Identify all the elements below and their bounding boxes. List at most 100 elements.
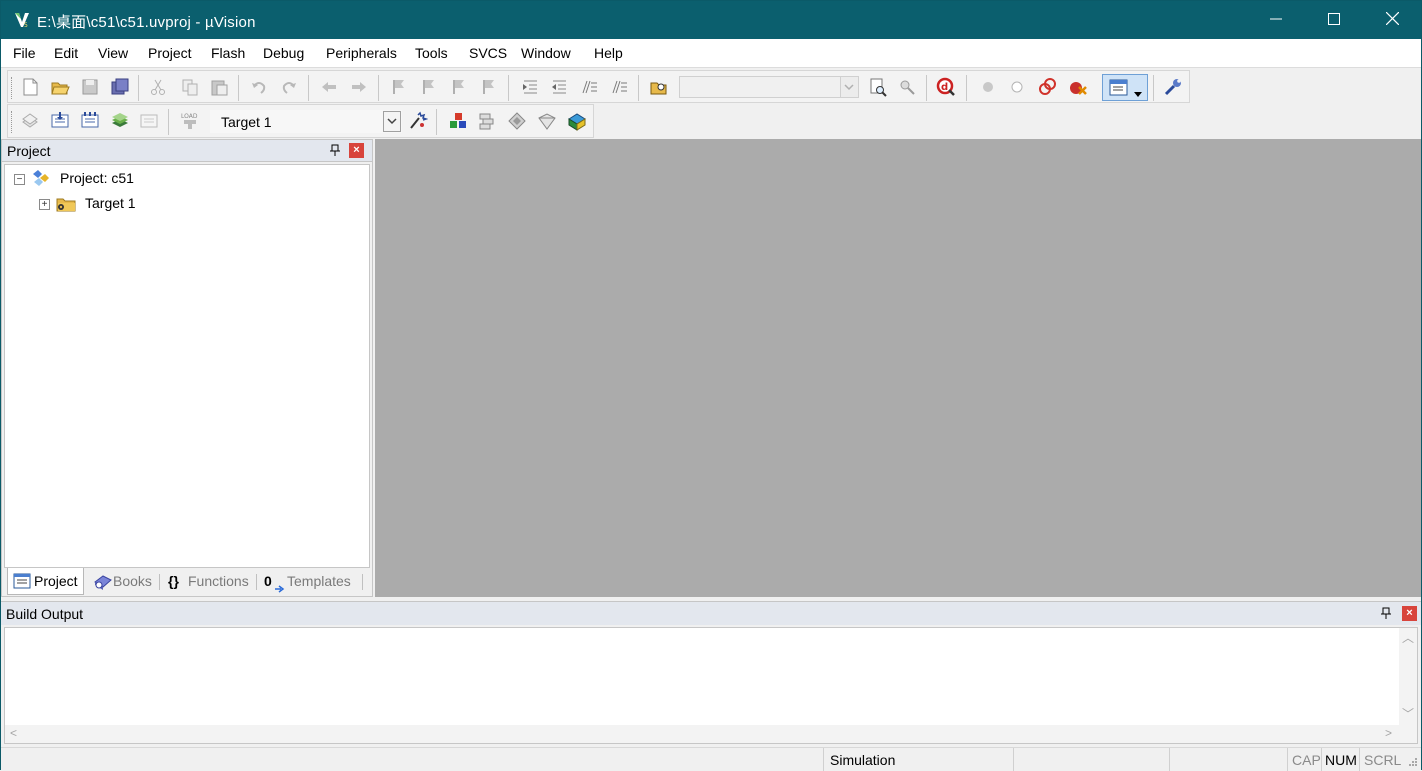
status-cap-text: CAP: [1292, 752, 1321, 768]
templates-icon: 0: [264, 573, 272, 589]
menu-peripherals[interactable]: Peripherals: [326, 45, 397, 61]
menu-project[interactable]: Project: [148, 45, 192, 61]
close-panel-icon[interactable]: ×: [1402, 606, 1417, 621]
project-panel-tabs: Project Books {} Functions 0 Templates: [4, 568, 370, 596]
disable-all-breakpoints-icon[interactable]: [1037, 77, 1057, 97]
indent-icon[interactable]: [520, 77, 540, 97]
open-folder-icon[interactable]: [50, 77, 70, 97]
new-file-icon[interactable]: [20, 77, 40, 97]
editor-area[interactable]: [375, 139, 1421, 597]
collapse-icon[interactable]: −: [14, 174, 25, 185]
minimize-icon: [1270, 12, 1282, 28]
menu-help[interactable]: Help: [594, 45, 623, 61]
resize-grip-icon[interactable]: [1406, 754, 1418, 770]
build-icon[interactable]: [50, 111, 70, 131]
menu-flash[interactable]: Flash: [211, 45, 245, 61]
toolbar-grip[interactable]: [11, 77, 14, 99]
save-icon[interactable]: [80, 77, 100, 97]
find-icon[interactable]: [868, 77, 888, 97]
download-icon[interactable]: LOAD: [180, 111, 200, 131]
select-packs-icon[interactable]: [477, 111, 497, 131]
cut-icon[interactable]: [148, 77, 168, 97]
find-in-files-icon[interactable]: [649, 77, 669, 97]
pin-icon[interactable]: [1380, 607, 1392, 620]
breakpoint-icon[interactable]: [978, 77, 998, 97]
menu-tools[interactable]: Tools: [415, 45, 448, 61]
scroll-up-icon[interactable]: ︿: [1402, 632, 1414, 644]
prev-bookmark-icon[interactable]: [419, 77, 439, 97]
copy-icon[interactable]: [180, 77, 200, 97]
find-combo[interactable]: [679, 76, 859, 98]
project-environment-icon[interactable]: [567, 111, 587, 131]
incremental-find-icon[interactable]: [897, 77, 917, 97]
rebuild-icon[interactable]: [80, 111, 100, 131]
unindent-icon[interactable]: [549, 77, 569, 97]
toolbar-grip[interactable]: [11, 111, 14, 133]
stop-build-icon[interactable]: [139, 111, 159, 131]
comment-icon[interactable]: [579, 77, 599, 97]
scroll-down-icon[interactable]: ﹀: [1402, 708, 1414, 720]
toolbar-separator: [508, 75, 509, 101]
tab-separator: [159, 574, 160, 590]
save-all-icon[interactable]: [110, 77, 130, 97]
paste-icon[interactable]: [209, 77, 229, 97]
manage-run-time-icon[interactable]: [537, 111, 557, 131]
uncomment-icon[interactable]: [609, 77, 629, 97]
status-mode: Simulation: [823, 748, 1013, 771]
menu-debug[interactable]: Debug: [263, 45, 304, 61]
menu-edit[interactable]: Edit: [54, 45, 78, 61]
tab-functions[interactable]: {} Functions: [164, 568, 254, 595]
status-scrl: SCRL: [1359, 748, 1421, 771]
close-icon: [1385, 11, 1399, 28]
dropdown-arrow-icon: [1134, 85, 1142, 101]
tab-templates-label: Templates: [287, 573, 351, 589]
tab-templates[interactable]: 0 Templates: [261, 568, 361, 595]
menu-view[interactable]: View: [98, 45, 128, 61]
tab-books[interactable]: Books: [88, 568, 158, 595]
chevron-down-icon[interactable]: [383, 111, 401, 132]
redo-icon[interactable]: [279, 77, 299, 97]
kill-all-breakpoints-icon[interactable]: [1067, 77, 1087, 97]
navigate-back-icon[interactable]: [319, 77, 339, 97]
disable-breakpoint-icon[interactable]: [1007, 77, 1027, 97]
pin-icon[interactable]: [329, 144, 341, 157]
translate-icon[interactable]: [20, 111, 40, 131]
navigate-forward-icon[interactable]: [349, 77, 369, 97]
chevron-down-icon[interactable]: [840, 77, 858, 97]
debug-session-icon[interactable]: d: [936, 77, 956, 97]
menu-window[interactable]: Window: [521, 45, 571, 61]
window-layout-button[interactable]: [1102, 74, 1148, 101]
build-output-text[interactable]: ︿ ﹀ < >: [4, 627, 1418, 744]
menu-file[interactable]: File: [13, 45, 36, 61]
target-select[interactable]: Target 1: [210, 110, 402, 133]
configure-icon[interactable]: [1163, 77, 1183, 97]
menu-svcs[interactable]: SVCS: [469, 45, 507, 61]
expand-icon[interactable]: +: [39, 199, 50, 210]
close-window-button[interactable]: [1363, 1, 1421, 39]
tab-project[interactable]: Project: [7, 568, 84, 595]
bookmark-icon[interactable]: [389, 77, 409, 97]
next-bookmark-icon[interactable]: [449, 77, 469, 97]
close-panel-icon[interactable]: ×: [349, 143, 364, 158]
vertical-scrollbar[interactable]: ︿ ﹀: [1399, 628, 1417, 725]
scroll-left-icon[interactable]: <: [10, 727, 17, 739]
clear-bookmarks-icon[interactable]: [479, 77, 499, 97]
maximize-icon: [1328, 12, 1340, 28]
svg-text:d: d: [941, 82, 948, 93]
tab-project-label: Project: [34, 573, 78, 589]
title-bar[interactable]: 5 E:\桌面\c51\c51.uvproj - µVision: [1, 1, 1421, 39]
target-options-icon[interactable]: [408, 111, 429, 131]
toolbar-separator: [926, 75, 927, 101]
horizontal-scrollbar[interactable]: < >: [5, 725, 1401, 743]
templates-arrow-icon: [275, 580, 285, 596]
pack-installer-icon[interactable]: [507, 111, 527, 131]
maximize-button[interactable]: [1305, 1, 1363, 39]
minimize-button[interactable]: [1247, 1, 1305, 39]
undo-icon[interactable]: [249, 77, 269, 97]
build-output-panel: Build Output × ︿ ﹀ < >: [1, 601, 1421, 746]
project-root-label[interactable]: Project: c51: [60, 170, 134, 186]
scroll-right-icon[interactable]: >: [1385, 727, 1392, 739]
tree-item-target[interactable]: Target 1: [85, 195, 136, 211]
batch-build-icon[interactable]: [110, 111, 130, 131]
manage-components-icon[interactable]: [448, 111, 468, 131]
